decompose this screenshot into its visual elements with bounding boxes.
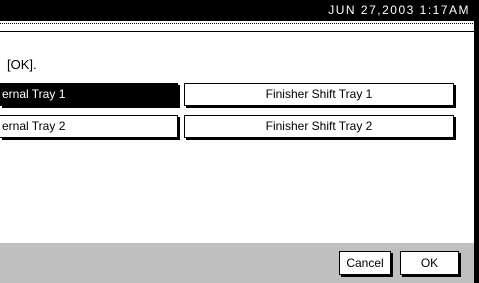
instruction-text: [OK]. (7, 57, 37, 72)
dialog-top-border (0, 31, 474, 32)
status-bar: JUN 27,2003 1:17AM (0, 0, 474, 21)
finisher-shift-tray-2-button[interactable]: Finisher Shift Tray 2 (184, 115, 454, 138)
cancel-button[interactable]: Cancel (339, 251, 391, 275)
internal-tray-2-button[interactable]: ernal Tray 2 (0, 115, 178, 138)
finisher-shift-tray-1-button[interactable]: Finisher Shift Tray 1 (184, 83, 454, 106)
date-time-display: JUN 27,2003 1:17AM (328, 3, 470, 17)
printer-panel-screen: JUN 27,2003 1:17AM [OK]. ernal Tray 1 Fi… (0, 0, 479, 283)
panel-edge (474, 0, 479, 283)
internal-tray-1-button[interactable]: ernal Tray 1 (0, 83, 178, 106)
separator-dotted (0, 23, 474, 24)
ok-button[interactable]: OK (400, 251, 459, 275)
